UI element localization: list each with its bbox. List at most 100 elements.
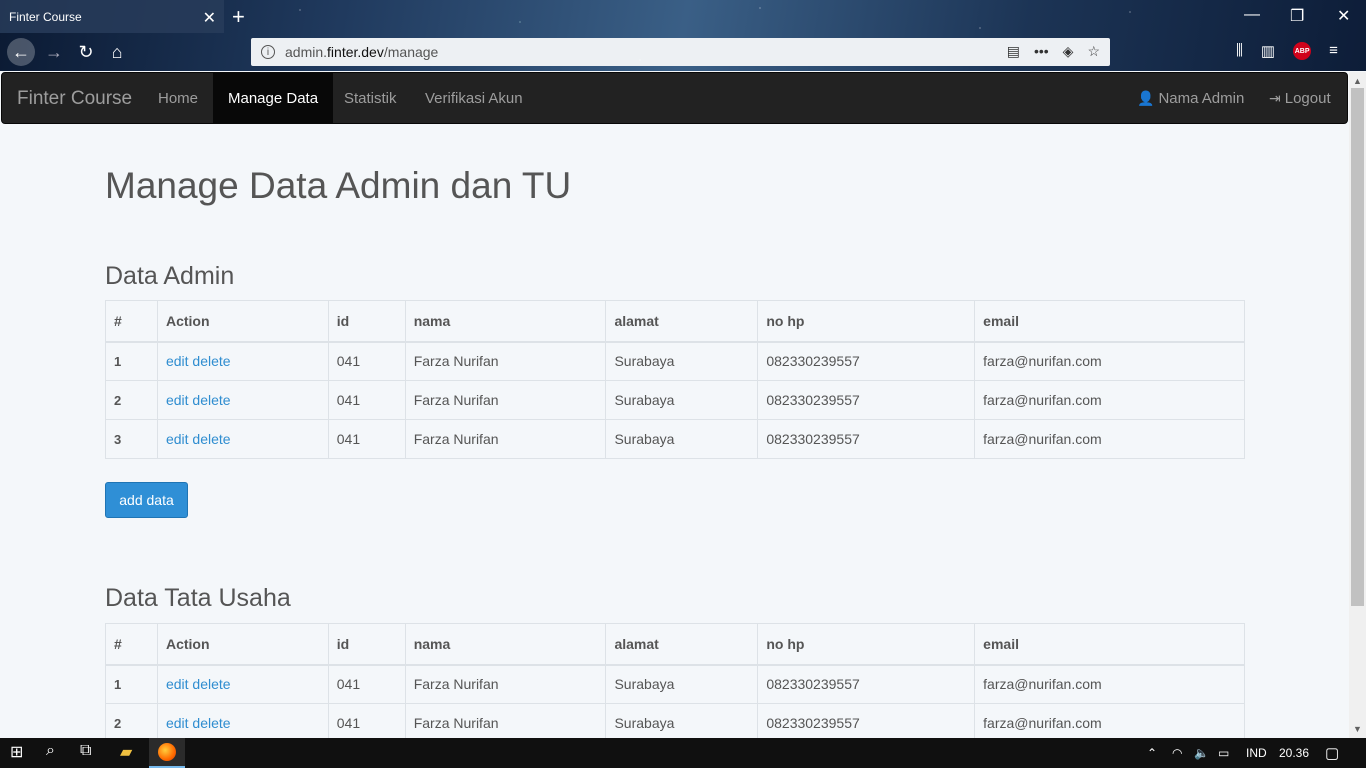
scroll-thumb[interactable] bbox=[1351, 88, 1364, 606]
scroll-down-icon[interactable]: ▼ bbox=[1353, 724, 1362, 734]
col-header: # bbox=[105, 300, 158, 343]
sidebar-icon[interactable]: ▥ bbox=[1261, 42, 1275, 60]
reload-icon[interactable]: ↻ bbox=[72, 38, 100, 66]
volume-icon[interactable]: 🔈 bbox=[1194, 746, 1209, 760]
cell-alamat: Surabaya bbox=[605, 380, 759, 420]
edit-link[interactable]: edit bbox=[166, 676, 189, 692]
file-explorer-icon[interactable]: ▰ bbox=[120, 742, 132, 762]
cell-id: 041 bbox=[327, 380, 406, 420]
col-header: id bbox=[327, 623, 406, 666]
cell-alamat: Surabaya bbox=[605, 703, 759, 743]
home-icon[interactable]: ⌂ bbox=[103, 38, 131, 66]
admin-table: # Action id nama alamat no hp email 1 ed… bbox=[105, 300, 1245, 459]
cell-hp: 082330239557 bbox=[757, 380, 976, 420]
reader-view-icon[interactable]: ▤ bbox=[1007, 43, 1020, 60]
col-header: id bbox=[327, 300, 406, 343]
logout-icon: ⇥ bbox=[1269, 89, 1281, 106]
adblock-icon[interactable]: ABP bbox=[1293, 42, 1312, 60]
cell-hp: 082330239557 bbox=[757, 341, 976, 381]
pocket-icon[interactable]: ◈ bbox=[1063, 43, 1074, 60]
col-header: # bbox=[105, 623, 158, 666]
col-header: no hp bbox=[757, 300, 976, 343]
edit-link[interactable]: edit bbox=[166, 715, 189, 731]
address-bar[interactable]: i admin.finter.dev/manage ▤ ••• ◈ ☆ bbox=[251, 38, 1110, 66]
windows-taskbar: ⊞ ⌕ ⧉ ▰ ⌃ ◠ 🔈 ▭ IND 20.36 ▢ bbox=[0, 738, 1366, 768]
back-arrow-icon[interactable]: ← bbox=[7, 38, 35, 66]
col-header: alamat bbox=[605, 300, 759, 343]
tray-chevron-icon[interactable]: ⌃ bbox=[1147, 746, 1157, 760]
cell-nama: Farza Nurifan bbox=[404, 703, 607, 743]
nav-item-home[interactable]: Home bbox=[143, 73, 213, 123]
bookmark-star-icon[interactable]: ☆ bbox=[1087, 43, 1100, 60]
url-text: admin.finter.dev/manage bbox=[285, 44, 439, 60]
add-data-button[interactable]: add data bbox=[105, 482, 188, 518]
cell-alamat: Surabaya bbox=[605, 419, 759, 459]
row-number: 1 bbox=[105, 664, 158, 704]
nav-logout[interactable]: ⇥ Logout bbox=[1269, 73, 1331, 123]
task-view-icon[interactable]: ⧉ bbox=[80, 742, 91, 760]
minimize-icon[interactable]: — bbox=[1244, 6, 1260, 24]
delete-link[interactable]: delete bbox=[192, 431, 230, 447]
site-info-icon[interactable]: i bbox=[261, 45, 275, 59]
delete-link[interactable]: delete bbox=[192, 676, 230, 692]
forward-arrow-icon[interactable]: → bbox=[40, 38, 68, 66]
delete-link[interactable]: delete bbox=[192, 715, 230, 731]
windows-start-icon[interactable]: ⊞ bbox=[10, 742, 23, 762]
logout-label: Logout bbox=[1284, 89, 1331, 107]
delete-link[interactable]: delete bbox=[192, 353, 230, 369]
page-title: Manage Data Admin dan TU bbox=[105, 165, 572, 206]
table-header-row: # Action id nama alamat no hp email bbox=[105, 300, 1245, 343]
table-row: 1 edit delete 041 Farza Nurifan Surabaya… bbox=[105, 664, 1245, 704]
table-row: 3 edit delete 041 Farza Nurifan Surabaya… bbox=[105, 419, 1245, 459]
edit-link[interactable]: edit bbox=[166, 353, 189, 369]
clock[interactable]: 20.36 bbox=[1279, 746, 1309, 760]
cell-id: 041 bbox=[327, 341, 406, 381]
nav-item-manage-data[interactable]: Manage Data bbox=[213, 73, 334, 123]
edit-link[interactable]: edit bbox=[166, 431, 189, 447]
row-actions: edit delete bbox=[156, 341, 329, 381]
col-header: email bbox=[974, 300, 1245, 343]
search-icon[interactable]: ⌕ bbox=[46, 742, 55, 760]
cell-email: farza@nurifan.com bbox=[974, 419, 1245, 459]
cell-alamat: Surabaya bbox=[605, 341, 759, 381]
language-indicator[interactable]: IND bbox=[1246, 746, 1267, 760]
browser-tab[interactable]: Finter Course ✕ bbox=[0, 0, 224, 33]
nav-item-verifikasi-akun[interactable]: Verifikasi Akun bbox=[410, 73, 538, 123]
battery-icon[interactable]: ▭ bbox=[1218, 746, 1229, 760]
delete-link[interactable]: delete bbox=[192, 392, 230, 408]
admin-section-title: Data Admin bbox=[105, 262, 235, 290]
table-row: 2 edit delete 041 Farza Nurifan Surabaya… bbox=[105, 703, 1245, 743]
col-header: Action bbox=[156, 623, 329, 666]
tab-close-icon[interactable]: ✕ bbox=[203, 8, 216, 28]
col-header: nama bbox=[404, 623, 607, 666]
cell-email: farza@nurifan.com bbox=[974, 380, 1245, 420]
cell-email: farza@nurifan.com bbox=[974, 664, 1245, 704]
user-name: Nama Admin bbox=[1158, 89, 1245, 107]
col-header: alamat bbox=[605, 623, 759, 666]
notifications-icon[interactable]: ▢ bbox=[1325, 744, 1339, 762]
menu-icon[interactable]: ≡ bbox=[1329, 42, 1338, 60]
row-number: 2 bbox=[105, 380, 158, 420]
nav-user[interactable]: 👤 Nama Admin bbox=[1137, 73, 1244, 123]
row-number: 2 bbox=[105, 703, 158, 743]
row-actions: edit delete bbox=[156, 419, 329, 459]
library-icon[interactable]: ⫼ bbox=[1236, 42, 1243, 60]
cell-nama: Farza Nurifan bbox=[404, 664, 607, 704]
cell-alamat: Surabaya bbox=[605, 664, 759, 704]
restore-icon[interactable]: ❐ bbox=[1290, 6, 1304, 26]
network-icon[interactable]: ◠ bbox=[1172, 746, 1182, 760]
browser-chrome: Finter Course ✕ + — ❐ ✕ ← → ↻ ⌂ i admin.… bbox=[0, 0, 1366, 71]
edit-link[interactable]: edit bbox=[166, 392, 189, 408]
firefox-taskbar-icon[interactable] bbox=[149, 738, 185, 768]
page-scrollbar[interactable]: ▲ ▼ bbox=[1349, 72, 1366, 738]
page-actions-icon[interactable]: ••• bbox=[1034, 43, 1049, 60]
nav-item-statistik[interactable]: Statistik bbox=[329, 73, 412, 123]
scroll-up-icon[interactable]: ▲ bbox=[1353, 76, 1362, 86]
new-tab-icon[interactable]: + bbox=[232, 4, 245, 30]
navbar-brand[interactable]: Finter Course bbox=[17, 88, 132, 110]
cell-id: 041 bbox=[327, 419, 406, 459]
cell-email: farza@nurifan.com bbox=[974, 341, 1245, 381]
cell-hp: 082330239557 bbox=[757, 664, 976, 704]
tab-title: Finter Course bbox=[9, 9, 82, 24]
window-close-icon[interactable]: ✕ bbox=[1337, 6, 1350, 26]
